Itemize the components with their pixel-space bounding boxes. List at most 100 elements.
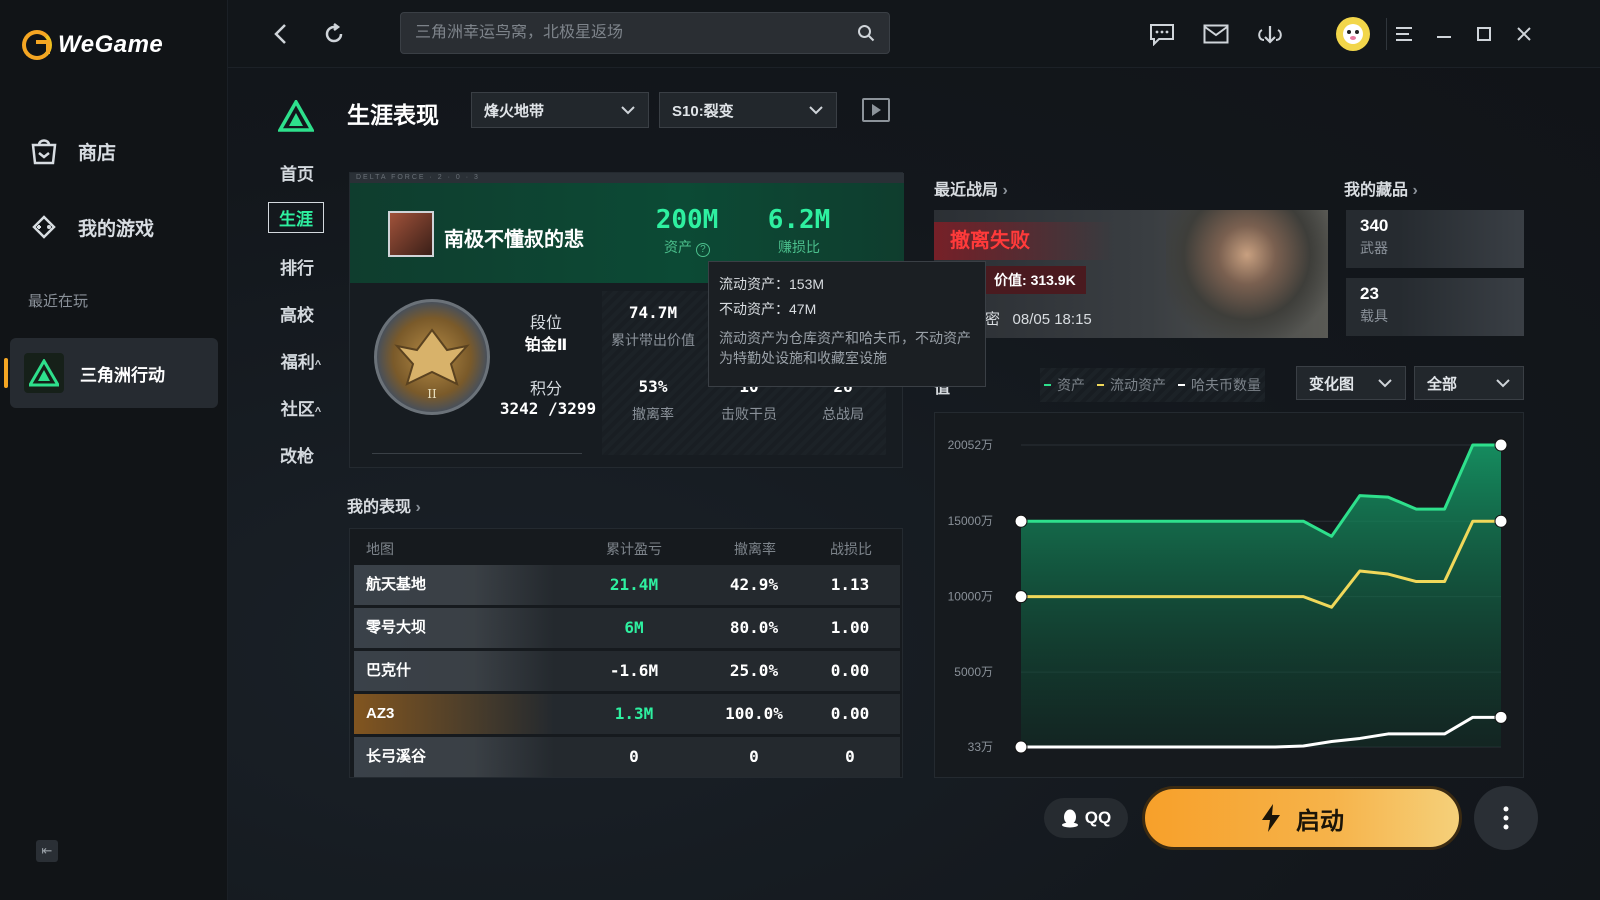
game-nav-college[interactable]: 高校 — [276, 301, 318, 326]
chart-range-select[interactable]: 全部 — [1414, 366, 1524, 400]
qq-penguin-icon — [1061, 809, 1078, 828]
game-nav-home[interactable]: 首页 — [276, 160, 318, 185]
season-select[interactable]: S10:裂变 — [659, 92, 837, 128]
pnl-cell: 6M — [624, 618, 644, 637]
search-icon[interactable] — [857, 24, 875, 42]
series-endpoint — [1014, 590, 1028, 604]
y-tick-label: 33万 — [968, 740, 993, 754]
table-row[interactable]: 零号大坝 6M 80.0% 1.00 — [354, 608, 900, 648]
series-endpoint — [1014, 740, 1028, 754]
asset-value: 200M — [655, 205, 719, 235]
legend-item[interactable]: 流动资产 — [1097, 375, 1166, 395]
kd-cell: 0.00 — [830, 704, 870, 723]
stat-value: 74.7M — [628, 303, 678, 322]
chevron-down-icon — [621, 106, 635, 115]
refresh-icon — [325, 23, 343, 43]
back-button[interactable] — [266, 20, 294, 48]
chevron-down-icon — [809, 106, 823, 115]
video-play-button[interactable] — [862, 98, 890, 122]
svg-text:II: II — [427, 387, 437, 401]
mail-button[interactable] — [1202, 20, 1230, 48]
collapse-sidebar-button[interactable]: ⇤ — [36, 840, 58, 862]
qq-button[interactable]: QQ — [1044, 798, 1128, 838]
legend-item[interactable]: 哈夫币数量 — [1178, 375, 1261, 395]
recent-battle-card[interactable]: 撤离失败 价值: 313.9K 十-绝密 08/05 18:15 — [934, 210, 1328, 338]
topbar-divider — [1386, 18, 1387, 50]
collection-title[interactable]: 我的藏品 › — [1344, 176, 1418, 200]
kd-cell: 1.00 — [830, 618, 870, 637]
game-nav-gunsmith[interactable]: 改枪 — [276, 442, 318, 467]
chevron-right-icon: › — [1002, 182, 1008, 199]
help-icon[interactable]: ? — [695, 243, 710, 257]
search-input[interactable] — [415, 24, 857, 42]
recent-game-item[interactable]: 三角洲行动 — [4, 338, 218, 408]
minimize-button[interactable] — [1430, 20, 1458, 48]
game-nav-rank[interactable]: 排行 — [276, 254, 318, 279]
sidebar-item-store[interactable]: 商店 — [28, 136, 116, 166]
rate-cell: 0 — [749, 747, 759, 766]
column-header: 地图 — [366, 541, 394, 557]
game-nav-career[interactable]: 生涯 — [268, 202, 324, 233]
rate-cell: 25.0% — [729, 661, 779, 680]
recent-game-name: 三角洲行动 — [80, 365, 165, 385]
legend-swatch — [1097, 384, 1104, 386]
chart-view-select[interactable]: 变化图 — [1296, 366, 1406, 400]
game-nav-community[interactable]: 社区^ — [276, 395, 326, 420]
minimize-icon — [1437, 36, 1451, 38]
refresh-button[interactable] — [320, 20, 348, 48]
series-endpoint — [1014, 514, 1028, 528]
card-header-strip: DELTA FORCE · 2 · 0 · 3 — [350, 173, 904, 183]
collection-value: 340 — [1360, 216, 1389, 235]
main-content: 首页 生涯 排行 高校 福利^ 社区^ 改枪 生涯表现 烽火地带 S10:裂变 … — [228, 68, 1600, 900]
points-value: 3242 /3299 — [499, 399, 597, 418]
recent-section-label: 最近在玩 — [28, 293, 89, 310]
mode-select[interactable]: 烽火地带 — [471, 92, 649, 128]
player-avatar — [388, 211, 434, 257]
launch-button[interactable]: 启动 — [1142, 786, 1462, 850]
store-icon — [28, 136, 60, 166]
close-button[interactable] — [1510, 20, 1538, 48]
map-name: 航天基地 — [366, 576, 427, 593]
map-name: AZ3 — [366, 705, 395, 722]
sidebar-item-my-games[interactable]: 我的游戏 — [28, 212, 154, 242]
avatar-face-icon — [1343, 24, 1363, 44]
app-sidebar: WeGame 商店 我的游戏 最近在玩 三角洲行动 ⇤ — [0, 0, 228, 900]
wegame-logo[interactable]: WeGame — [22, 30, 163, 60]
asset-chart-svg: 20052万 15000万 10000万 5000万 33万 — [948, 438, 1508, 754]
user-avatar[interactable] — [1336, 17, 1370, 51]
table-row[interactable]: 长弓溪谷 0 0 0 — [354, 737, 900, 777]
rank-label: 段位 — [529, 315, 562, 332]
chevron-up-icon: ^ — [314, 359, 322, 371]
legend-item[interactable]: 资产 — [1044, 375, 1085, 395]
brand-name: WeGame — [58, 31, 164, 58]
collection-weapons[interactable]: 340 武器 — [1346, 210, 1524, 268]
collection-vehicles[interactable]: 23 载具 — [1346, 278, 1524, 336]
tooltip-fixed: 不动资产：47M — [719, 301, 817, 317]
asset-stat[interactable]: 200M 资产 ? — [642, 205, 732, 257]
table-row[interactable]: AZ3 1.3M 100.0% 0.00 — [354, 694, 900, 734]
series-endpoint — [1494, 438, 1508, 452]
menu-button[interactable] — [1390, 20, 1418, 48]
page-title: 生涯表现 — [347, 102, 439, 128]
game-nav-welfare[interactable]: 福利^ — [276, 348, 326, 373]
mail-icon — [1203, 24, 1229, 44]
delta-force-icon — [24, 353, 64, 393]
performance-title[interactable]: 我的表现 › — [347, 493, 421, 517]
chat-button[interactable] — [1148, 20, 1176, 48]
column-header: 累计盈亏 — [606, 541, 662, 557]
pnl-cell: 1.3M — [614, 704, 654, 723]
more-options-button[interactable] — [1474, 786, 1538, 850]
wegame-logo-icon — [22, 30, 52, 60]
game-nav-label: 福利 — [280, 353, 315, 372]
map-name: 巴克什 — [366, 662, 412, 679]
chart-view-value: 变化图 — [1309, 375, 1355, 393]
table-row[interactable]: 巴克什 -1.6M 25.0% 0.00 — [354, 651, 900, 691]
download-button[interactable] — [1256, 20, 1284, 48]
table-row[interactable]: 航天基地 21.4M 42.9% 1.13 — [354, 565, 900, 605]
chat-icon — [1150, 24, 1174, 46]
recent-battle-title[interactable]: 最近战局 › — [934, 176, 1008, 200]
maximize-button[interactable] — [1470, 20, 1498, 48]
y-tick-label: 15000万 — [948, 514, 993, 528]
rate-cell: 100.0% — [725, 704, 783, 723]
download-icon — [1258, 26, 1282, 44]
